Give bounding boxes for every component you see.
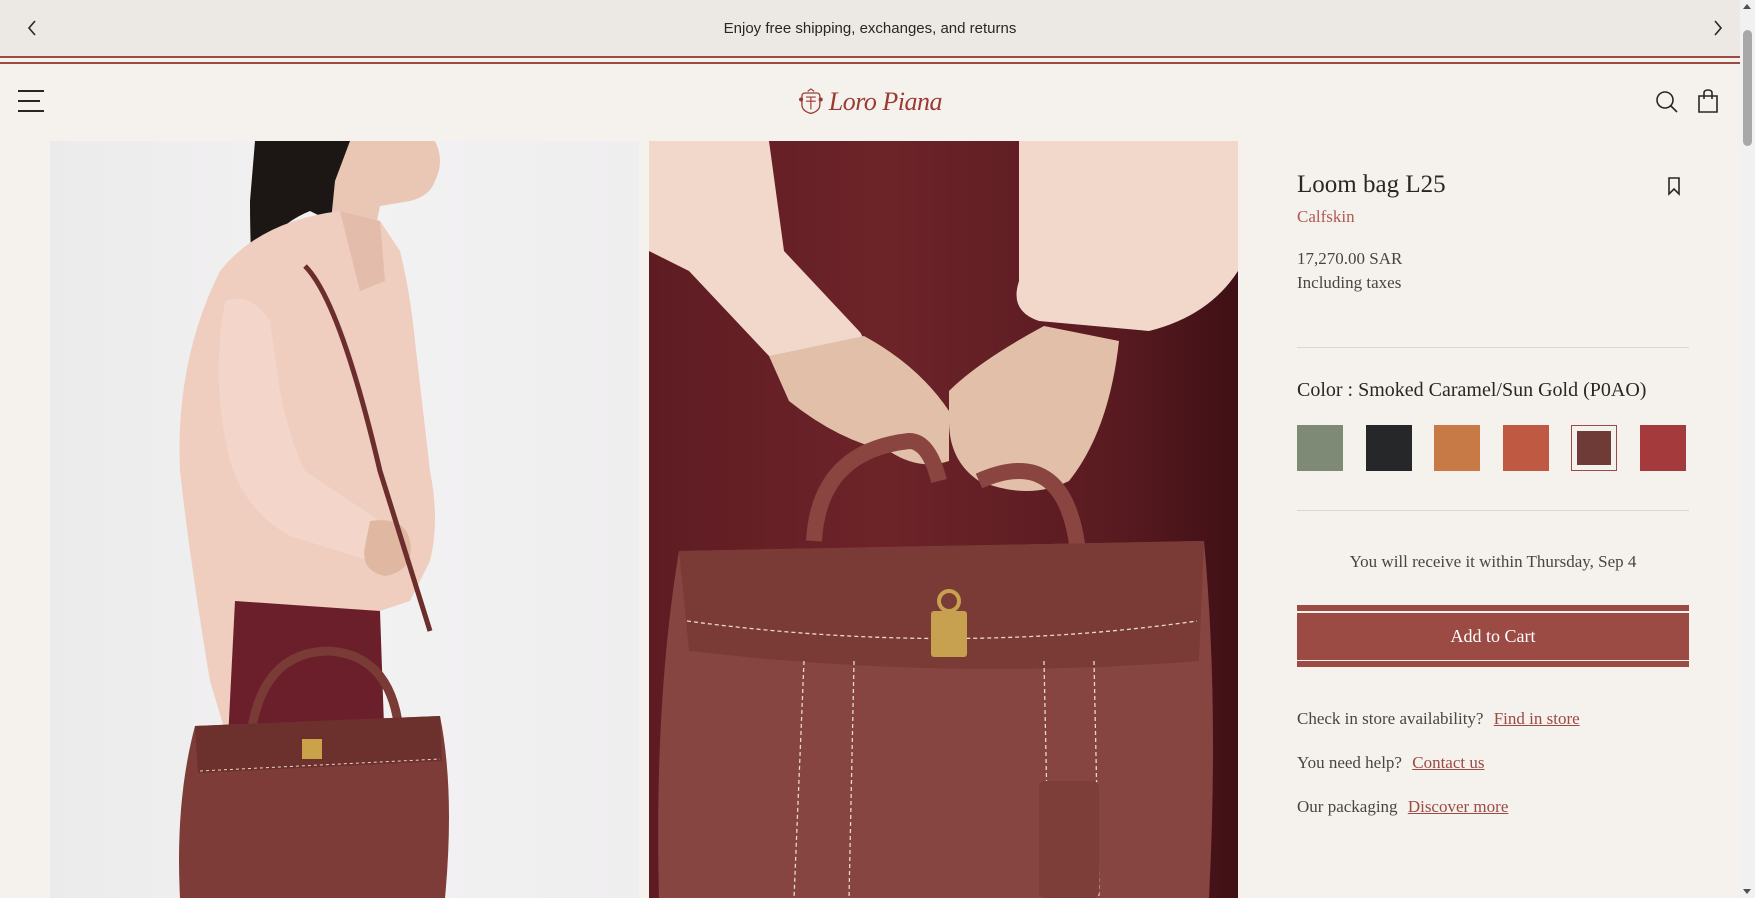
add-to-cart-label: Add to Cart xyxy=(1450,625,1536,646)
divider xyxy=(1297,510,1689,511)
scrollbar-thumb[interactable] xyxy=(1743,30,1752,146)
product-image-closeup[interactable] xyxy=(649,141,1238,898)
divider xyxy=(0,56,1740,58)
chevron-right-icon[interactable] xyxy=(1708,18,1728,38)
color-swatches xyxy=(1297,425,1689,471)
color-label: Color : Smoked Caramel/Sun Gold (P0AO) xyxy=(1297,379,1647,401)
color-swatch[interactable] xyxy=(1503,425,1549,471)
color-swatch[interactable] xyxy=(1366,425,1412,471)
color-swatch[interactable] xyxy=(1434,425,1480,471)
product-image-model[interactable] xyxy=(50,141,639,898)
shopping-bag-icon[interactable] xyxy=(1697,88,1719,114)
divider xyxy=(1297,347,1689,348)
announcement-bar: Enjoy free shipping, exchanges, and retu… xyxy=(0,0,1740,64)
scroll-up-arrow-icon[interactable] xyxy=(1743,4,1751,9)
add-to-cart-button[interactable]: Add to Cart xyxy=(1297,605,1689,667)
scroll-down-arrow-icon[interactable] xyxy=(1743,889,1751,894)
hamburger-menu-icon[interactable] xyxy=(18,90,44,112)
packaging-row: Our packaging Discover more xyxy=(1297,797,1508,817)
find-in-store-link[interactable]: Find in store xyxy=(1494,709,1580,728)
site-header: Loro Piana xyxy=(0,64,1740,140)
discover-more-link[interactable]: Discover more xyxy=(1408,797,1509,816)
product-title: Loom bag L25 xyxy=(1297,171,1446,198)
color-swatch[interactable] xyxy=(1297,425,1343,471)
bookmark-icon[interactable] xyxy=(1666,176,1682,196)
logo[interactable]: Loro Piana xyxy=(797,84,943,120)
search-icon[interactable] xyxy=(1655,90,1679,114)
store-prompt: Check in store availability? xyxy=(1297,709,1484,728)
help-row: You need help? Contact us xyxy=(1297,753,1484,773)
store-availability-row: Check in store availability? Find in sto… xyxy=(1297,709,1580,729)
product-material: Calfskin xyxy=(1297,207,1355,226)
packaging-prompt: Our packaging xyxy=(1297,797,1398,816)
help-prompt: You need help? xyxy=(1297,753,1402,772)
announcement-text: Enjoy free shipping, exchanges, and retu… xyxy=(723,19,1017,37)
page-scrollbar[interactable] xyxy=(1740,0,1755,898)
logo-wordmark: Loro Piana xyxy=(828,87,943,116)
crest-icon xyxy=(799,88,823,115)
color-swatch[interactable] xyxy=(1640,425,1686,471)
color-swatch-selected[interactable] xyxy=(1571,425,1617,471)
tax-note: Including taxes xyxy=(1297,273,1402,292)
chevron-left-icon[interactable] xyxy=(22,18,42,38)
contact-us-link[interactable]: Contact us xyxy=(1412,753,1484,772)
delivery-estimate: You will receive it within Thursday, Sep… xyxy=(1349,552,1637,571)
product-price: 17,270.00 SAR xyxy=(1297,249,1403,268)
